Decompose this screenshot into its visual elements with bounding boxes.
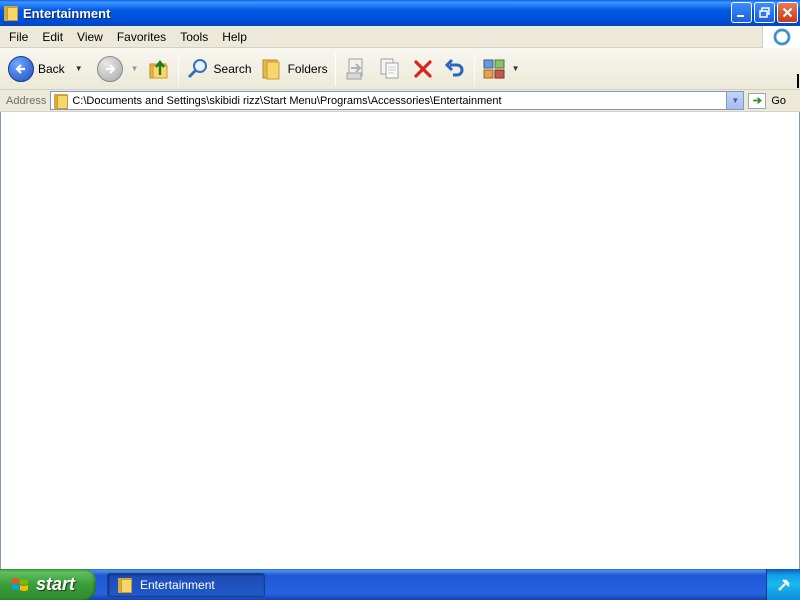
move-to-button[interactable] bbox=[339, 52, 373, 86]
search-button[interactable]: Search bbox=[182, 52, 256, 86]
search-icon bbox=[187, 58, 207, 78]
address-label: Address bbox=[6, 94, 47, 107]
menu-file[interactable]: File bbox=[0, 30, 35, 44]
back-label: Back bbox=[38, 61, 65, 76]
copy-to-button[interactable] bbox=[373, 52, 407, 86]
toolbar: Back ▼ ▼ Search Folders ▼ bbox=[0, 48, 800, 90]
menu-edit[interactable]: Edit bbox=[35, 30, 70, 44]
address-input[interactable]: C:\Documents and Settings\skibidi rizz\S… bbox=[50, 91, 745, 110]
menu-tools[interactable]: Tools bbox=[173, 30, 215, 44]
views-icon bbox=[483, 59, 505, 78]
folder-icon bbox=[118, 577, 132, 593]
folder-icon bbox=[54, 93, 69, 109]
back-icon bbox=[8, 55, 34, 82]
start-button[interactable]: start bbox=[0, 569, 96, 600]
tray-icon bbox=[777, 578, 790, 591]
undo-button[interactable] bbox=[439, 52, 471, 86]
folder-icon bbox=[4, 5, 18, 21]
taskbar-item-entertainment[interactable]: Entertainment bbox=[107, 572, 265, 597]
folders-icon bbox=[262, 59, 280, 79]
menu-help[interactable]: Help bbox=[215, 30, 254, 44]
up-folder-button[interactable] bbox=[143, 52, 175, 86]
go-arrow-icon: ➔ bbox=[748, 92, 767, 109]
search-label: Search bbox=[213, 61, 252, 76]
undo-icon bbox=[444, 58, 464, 76]
forward-icon bbox=[96, 55, 123, 82]
back-button[interactable]: Back ▼ bbox=[0, 52, 87, 86]
toolbar-separator bbox=[473, 51, 475, 86]
start-label: start bbox=[36, 574, 76, 594]
menu-bar: File Edit View Favorites Tools Help bbox=[0, 26, 800, 48]
folders-label: Folders bbox=[287, 61, 328, 76]
go-button[interactable]: ➔ Go bbox=[748, 92, 787, 109]
chevron-down-icon[interactable]: ▼ bbox=[726, 92, 744, 109]
chevron-down-icon[interactable]: ▼ bbox=[512, 64, 520, 73]
taskbar-item-label: Entertainment bbox=[140, 577, 215, 592]
go-label: Go bbox=[771, 94, 787, 107]
up-folder-icon bbox=[149, 59, 168, 78]
forward-button[interactable]: ▼ bbox=[93, 52, 143, 86]
toolbar-separator bbox=[334, 51, 336, 86]
chevron-down-icon[interactable]: ▼ bbox=[75, 64, 83, 73]
copy-to-icon bbox=[380, 58, 399, 78]
taskbar: start Entertainment bbox=[0, 569, 800, 600]
window-title: Entertainment bbox=[23, 5, 111, 21]
windows-flag-icon bbox=[12, 577, 28, 591]
toolbar-separator bbox=[177, 51, 179, 86]
system-tray[interactable] bbox=[766, 569, 800, 600]
views-button[interactable]: ▼ bbox=[478, 52, 524, 86]
minimize-button[interactable] bbox=[731, 2, 752, 23]
window-controls bbox=[731, 2, 798, 23]
chevron-down-icon[interactable]: ▼ bbox=[131, 64, 139, 73]
address-bar: Address C:\Documents and Settings\skibid… bbox=[0, 90, 800, 112]
xp-logo-icon bbox=[762, 26, 800, 48]
folder-content-area[interactable] bbox=[0, 112, 800, 569]
title-bar[interactable]: Entertainment bbox=[0, 0, 800, 26]
delete-button[interactable] bbox=[407, 52, 439, 86]
restore-button[interactable] bbox=[754, 2, 775, 23]
address-value: C:\Documents and Settings\skibidi rizz\S… bbox=[72, 94, 502, 107]
delete-icon bbox=[413, 59, 432, 78]
menu-view[interactable]: View bbox=[70, 30, 110, 44]
folders-button[interactable]: Folders bbox=[256, 52, 332, 86]
close-button[interactable] bbox=[777, 2, 798, 23]
menu-favorites[interactable]: Favorites bbox=[110, 30, 173, 44]
move-to-icon bbox=[346, 58, 363, 79]
